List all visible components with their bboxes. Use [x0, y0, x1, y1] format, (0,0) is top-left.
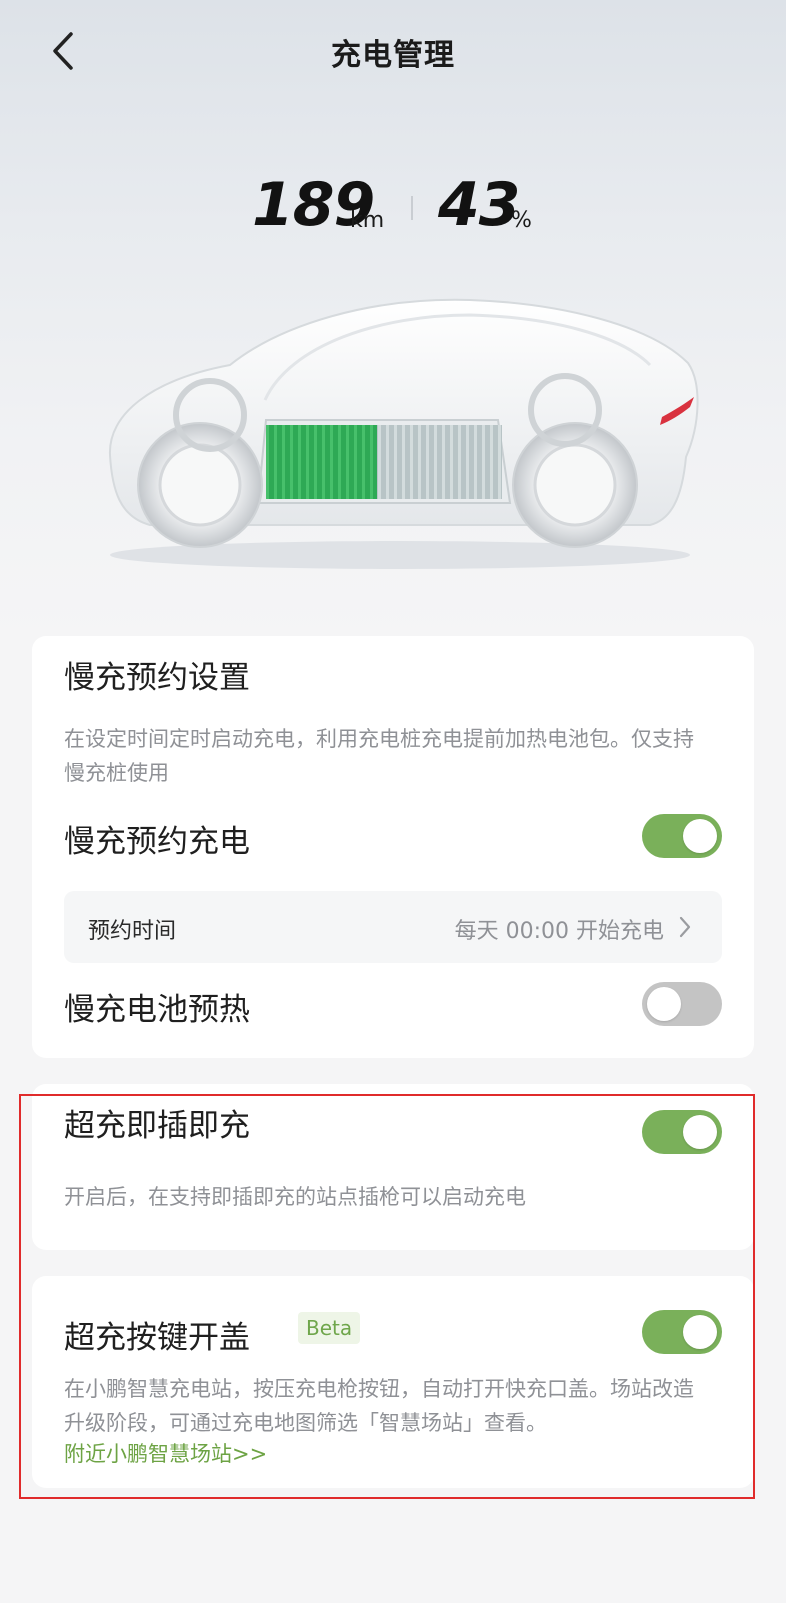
slow-charge-card: 慢充预约设置 在设定时间定时启动充电，利用充电桩充电提前加热电池包。仅支持慢充桩…	[32, 636, 754, 1058]
button-lid-description: 在小鹏智慧充电站，按压充电枪按钮，自动打开快充口盖。场站改造升级阶段，可通过充电…	[64, 1377, 694, 1435]
schedule-time-label: 预约时间	[88, 919, 177, 944]
schedule-charge-toggle[interactable]	[642, 814, 722, 858]
schedule-time-row[interactable]: 预约时间 每天 00:00 开始充电	[64, 891, 722, 963]
battery-fill-charged	[266, 425, 377, 499]
button-lid-toggle[interactable]	[642, 1310, 722, 1354]
car-battery-illustration	[108, 298, 699, 569]
slow-charge-description: 在设定时间定时启动充电，利用充电桩充电提前加热电池包。仅支持慢充桩使用	[64, 727, 694, 785]
toggle-knob	[683, 1315, 717, 1349]
battery-preheat-label: 慢充电池预热	[64, 992, 250, 1028]
button-lid-title: 超充按键开盖	[64, 1320, 250, 1356]
stats-readout: 189 km 43 %	[0, 168, 786, 248]
range-unit: km	[350, 208, 385, 233]
schedule-charge-label: 慢充预约充电	[64, 824, 250, 860]
button-lid-card: 超充按键开盖 Beta 在小鹏智慧充电站，按压充电枪按钮，自动打开快充口盖。场站…	[32, 1276, 754, 1488]
page-title: 充电管理	[331, 38, 455, 73]
toggle-knob	[683, 819, 717, 853]
plug-charge-title: 超充即插即充	[64, 1108, 250, 1144]
toggle-knob	[683, 1115, 717, 1149]
chevron-right-icon	[679, 916, 691, 938]
toggle-knob	[647, 987, 681, 1021]
battery-value: 43	[438, 170, 520, 240]
nearby-stations-link[interactable]: 附近小鹏智慧场站>>	[64, 1438, 267, 1468]
battery-unit: %	[511, 208, 532, 233]
battery-preheat-toggle[interactable]	[642, 982, 722, 1026]
beta-badge: Beta	[298, 1312, 361, 1344]
battery-fill-empty	[377, 425, 502, 499]
plug-charge-description: 开启后，在支持即插即充的站点插枪可以启动充电	[64, 1185, 526, 1209]
plug-charge-toggle[interactable]	[642, 1110, 722, 1154]
schedule-time-value: 每天 00:00 开始充电	[454, 919, 664, 944]
plug-charge-card: 超充即插即充 开启后，在支持即插即充的站点插枪可以启动充电	[32, 1084, 754, 1250]
slow-charge-title: 慢充预约设置	[64, 660, 250, 696]
stats-divider	[411, 196, 413, 220]
